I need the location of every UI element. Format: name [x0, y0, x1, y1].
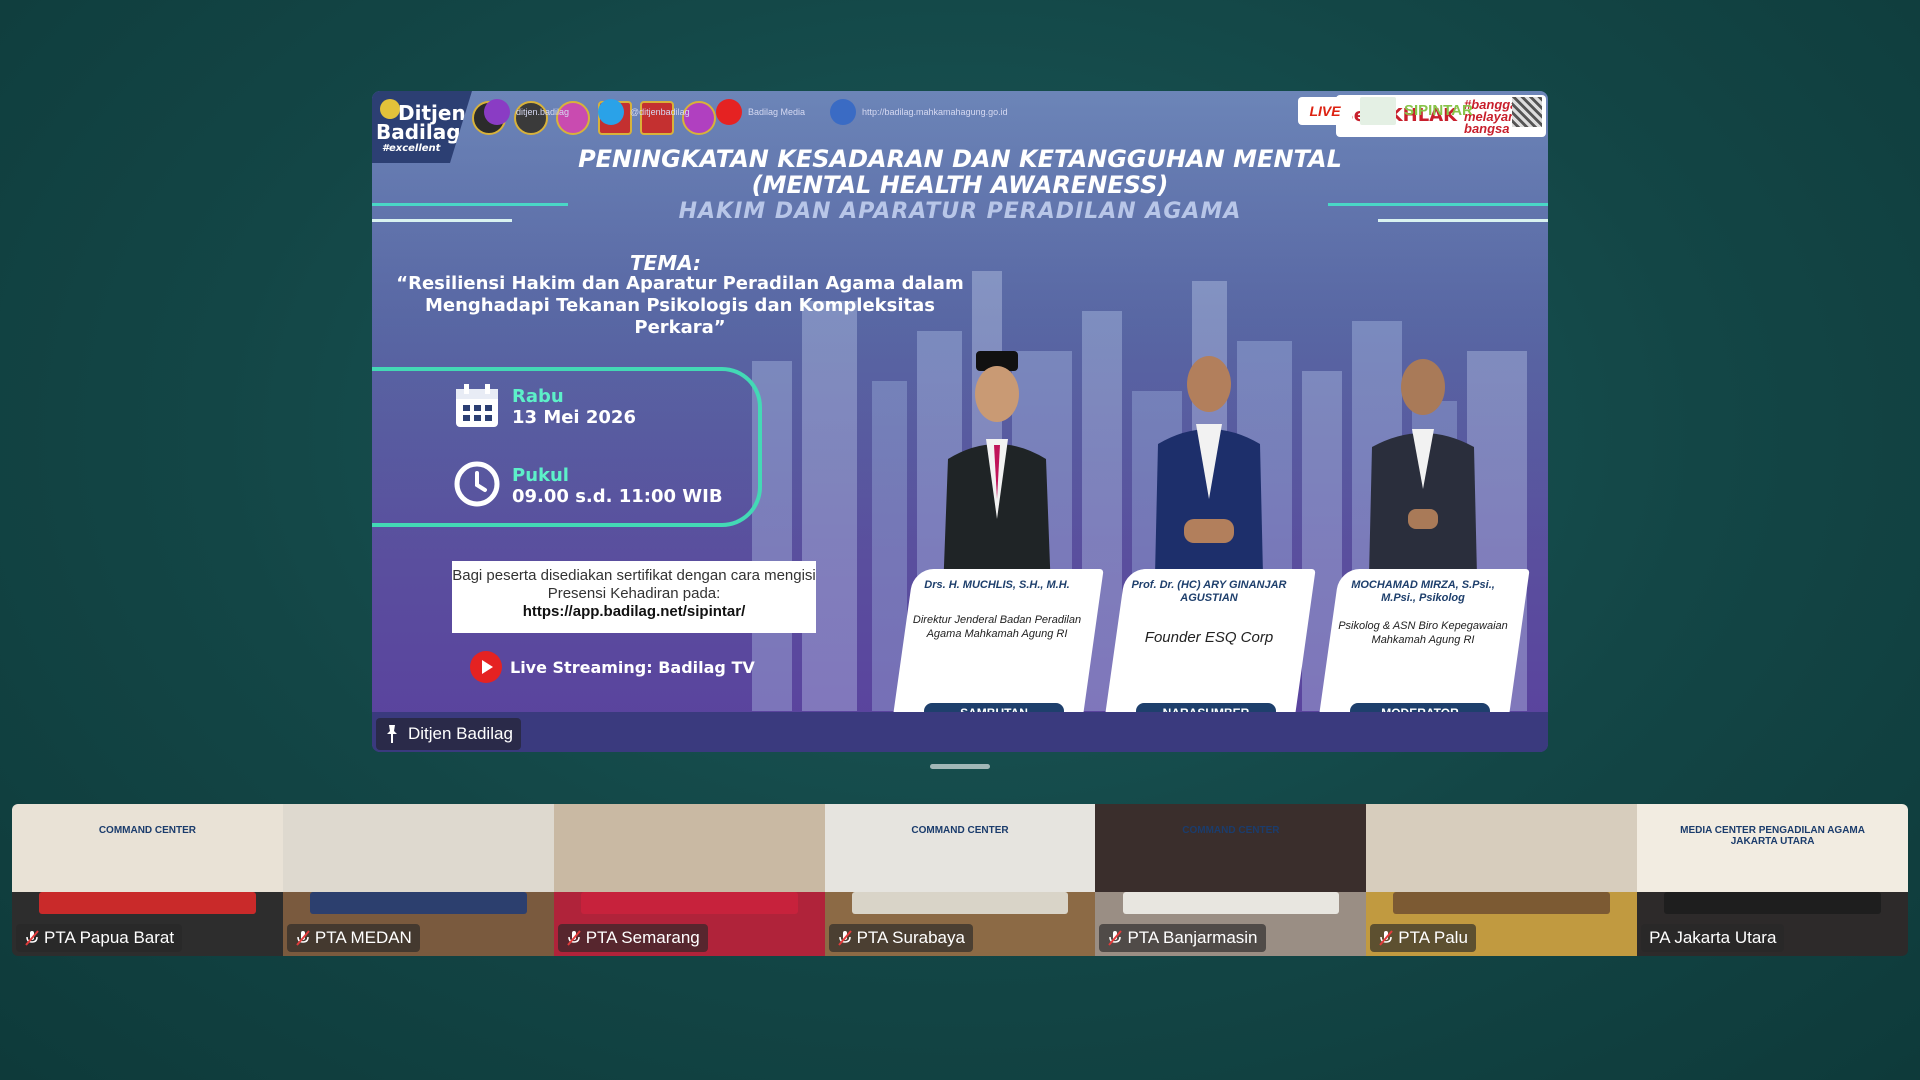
divider-line	[1328, 203, 1548, 206]
social-handle: http://badilag.mahkamahagung.go.id	[862, 107, 1008, 117]
speaker-role: Founder ESQ Corp	[1144, 629, 1274, 646]
clock-icon	[454, 461, 500, 507]
participant-tile[interactable]: PTA Semarang	[553, 804, 825, 956]
room-video	[553, 804, 825, 893]
certificate-text: Bagi peserta disediakan sertifikat denga…	[452, 567, 816, 602]
speaker-role: Direktur Jenderal Badan Peradilan Agama …	[912, 614, 1082, 640]
room-video	[824, 804, 1096, 893]
speaker-name: MOCHAMAD MIRZA, S.Psi., M.Psi., Psikolog	[1351, 579, 1495, 604]
participant-strip: COMMAND CENTER PTA Papua Barat PTA MEDAN PT…	[12, 804, 1908, 956]
stream-text: Live Streaming: Badilag TV	[510, 658, 755, 677]
speaker-name: Prof. Dr. (HC) ARY GINANJAR AGUSTIAN	[1131, 579, 1287, 604]
calendar-icon	[456, 384, 498, 427]
room-table	[1122, 892, 1340, 915]
room-table	[1393, 892, 1611, 915]
event-title-line2: (MENTAL HEALTH AWARENESS)	[751, 171, 1169, 199]
room-table	[39, 892, 256, 915]
time-label: Pukul	[512, 465, 569, 486]
social-footer	[372, 712, 1548, 752]
streaming-live-logo: LIVE	[1298, 97, 1352, 125]
social-handle: ditjen.badilag	[516, 107, 570, 117]
room-video	[282, 804, 554, 893]
globe-icon	[830, 99, 856, 125]
mic-off-icon	[837, 930, 852, 946]
participant-name: PTA Banjarmasin	[1127, 928, 1258, 947]
participant-name-label: PTA Palu	[1370, 924, 1476, 952]
emblem-icon	[380, 99, 400, 119]
speaker-role: Psikolog & ASN Biro Kepegawaian Mahkamah…	[1338, 620, 1508, 646]
participant-tile[interactable]: MEDIA CENTER PENGADILAN AGAMA JAKARTA UT…	[1637, 804, 1908, 956]
mic-off-icon	[566, 930, 581, 946]
room-table	[1664, 892, 1881, 915]
footer-logos: LIVE SIPINTAR	[1298, 97, 1542, 127]
room-video	[1637, 804, 1908, 893]
divider-line	[1378, 219, 1548, 222]
presenter-name-label: Ditjen Badilag	[376, 718, 521, 750]
participant-name: PTA Palu	[1398, 928, 1468, 947]
room-sign: COMMAND CENTER	[1182, 825, 1280, 837]
divider-line	[372, 219, 512, 222]
presenter-name: Ditjen Badilag	[408, 724, 513, 743]
participant-name-label: PTA Papua Barat	[16, 924, 183, 952]
youtube-icon	[716, 99, 742, 125]
room-video	[1366, 804, 1638, 893]
room-table	[851, 892, 1069, 915]
stream-channel: Badilag TV	[658, 657, 755, 677]
qr-code-icon	[1512, 97, 1542, 127]
participant-tile[interactable]: COMMAND CENTER PTA Papua Barat	[12, 804, 283, 956]
room-sign: COMMAND CENTER	[911, 825, 1009, 837]
social-handle: @ditjenbadilag	[630, 107, 690, 117]
participant-tile[interactable]: COMMAND CENTER PTA Surabaya	[824, 804, 1096, 956]
divider-line	[372, 203, 568, 206]
tema-label: TEMA:	[630, 251, 702, 275]
social-instagram: ditjen.badilag	[484, 99, 569, 125]
twitter-icon	[598, 99, 624, 125]
room-table	[580, 892, 798, 915]
social-twitter: @ditjenbadilag	[598, 99, 690, 125]
participant-name: PTA Surabaya	[856, 928, 965, 947]
participant-name-label: PTA Semarang	[557, 924, 708, 952]
panel-resize-handle[interactable]	[930, 764, 990, 769]
participant-tile[interactable]: PTA MEDAN	[282, 804, 554, 956]
participant-name: PTA Papua Barat	[44, 928, 175, 947]
participant-name-label: PTA Surabaya	[828, 924, 973, 952]
stream-prefix: Live Streaming:	[510, 657, 659, 677]
social-website: http://badilag.mahkamahagung.go.id	[830, 99, 1008, 125]
mic-off-icon	[1379, 930, 1394, 946]
sipintar-logo: SIPINTAR	[1404, 102, 1473, 119]
time-value: 09.00 s.d. 11:00 WIB	[512, 486, 723, 507]
participant-tile[interactable]: COMMAND CENTER PTA Banjarmasin	[1095, 804, 1367, 956]
mic-off-icon	[296, 930, 310, 946]
participant-tile[interactable]: PTA Palu	[1366, 804, 1638, 956]
mic-off-icon	[1108, 930, 1123, 946]
participant-name: PTA MEDAN	[314, 928, 412, 947]
room-video	[1095, 804, 1367, 893]
room-table	[309, 892, 527, 915]
pin-icon	[387, 725, 397, 743]
participant-name-label: PTA MEDAN	[286, 924, 420, 952]
social-handle: Badilag Media	[748, 107, 806, 117]
participant-name: PA Jakarta Utara	[1649, 928, 1777, 947]
room-video	[12, 804, 283, 893]
mic-off-icon	[25, 930, 39, 946]
social-youtube: Badilag Media	[716, 99, 805, 125]
participant-name-label: PTA Banjarmasin	[1099, 924, 1266, 952]
tv-logo-icon	[1360, 97, 1396, 125]
live-streaming-info: Live Streaming: Badilag TV	[470, 651, 755, 683]
shared-screen[interactable]: Ditjen Badilag #excellent BerAKHLAK #ban…	[372, 91, 1548, 752]
participant-name-label: PA Jakarta Utara	[1641, 924, 1785, 952]
event-title-line1: PENINGKATAN KESADARAN DAN KETANGGUHAN ME…	[578, 145, 1342, 173]
room-sign: COMMAND CENTER	[98, 825, 197, 837]
certificate-info-box: Bagi peserta disediakan sertifikat denga…	[452, 561, 816, 633]
instagram-icon	[484, 99, 510, 125]
logo-line2: Badilag	[376, 120, 461, 144]
tema-text: “Resiliensi Hakim dan Aparatur Peradilan…	[396, 273, 964, 338]
day-label: Rabu	[512, 386, 564, 407]
speaker-name: Drs. H. MUCHLIS, S.H., M.H.	[924, 579, 1070, 591]
participant-name: PTA Semarang	[585, 928, 700, 947]
room-sign: MEDIA CENTER PENGADILAN AGAMA JAKARTA UT…	[1680, 825, 1865, 848]
youtube-play-icon	[470, 651, 502, 683]
certificate-url: https://app.badilag.net/sipintar/	[522, 603, 746, 620]
date-value: 13 Mei 2026	[512, 407, 636, 428]
